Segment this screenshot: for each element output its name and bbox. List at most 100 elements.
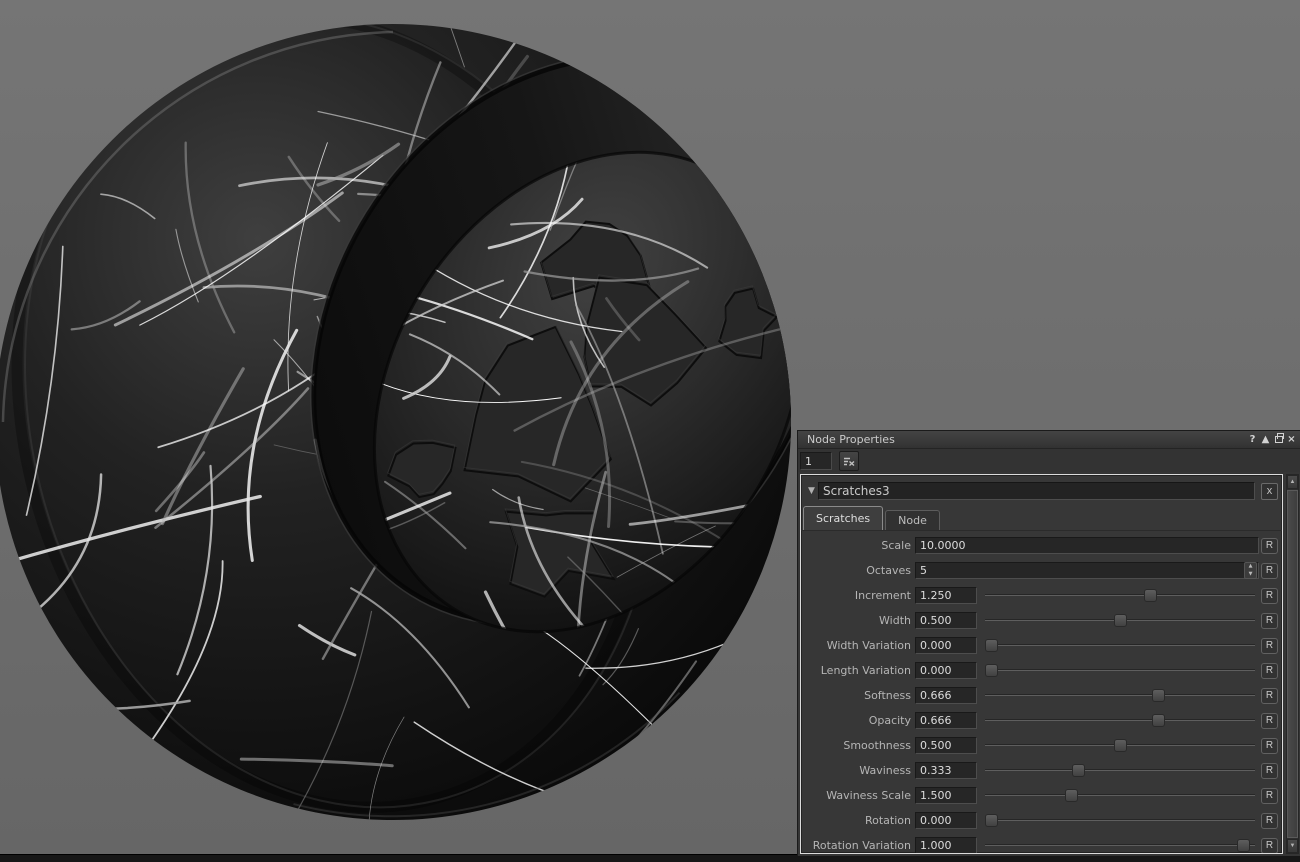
slider-handle[interactable] (1144, 589, 1158, 602)
close-icon[interactable]: × (1285, 433, 1298, 446)
slider-handle[interactable] (1113, 614, 1127, 627)
param-label: Octaves (866, 564, 911, 577)
reset-param-button[interactable]: R (1261, 837, 1278, 853)
slider-track[interactable] (985, 720, 1255, 721)
slider-track[interactable] (985, 795, 1255, 796)
param-value-field[interactable] (915, 537, 1259, 554)
param-controls (915, 683, 1259, 708)
slider-track[interactable] (985, 645, 1255, 646)
tab-node[interactable]: Node (885, 510, 940, 530)
param-controls: ▲▼ (915, 558, 1259, 583)
param-value-field[interactable] (915, 562, 1259, 579)
param-controls (915, 583, 1259, 608)
node-tabs: Scratches Node (803, 506, 1282, 530)
scrollbar-thumb[interactable] (1287, 490, 1298, 838)
slider-handle[interactable] (985, 664, 998, 677)
slider-handle[interactable] (1152, 689, 1165, 702)
scroll-up-button[interactable]: ▲ (1287, 475, 1298, 489)
param-controls (915, 758, 1259, 783)
param-value-field[interactable] (915, 737, 977, 754)
param-slider[interactable] (985, 838, 1255, 853)
param-slider[interactable] (985, 613, 1255, 628)
reset-param-button[interactable]: R (1261, 637, 1278, 654)
popout-icon[interactable]: ▲ (1259, 433, 1272, 446)
param-label: Scale (881, 539, 911, 552)
slider-track[interactable] (985, 820, 1255, 821)
reset-param-button[interactable]: R (1261, 612, 1278, 629)
param-row: Width Variation R (801, 633, 1282, 658)
param-slider[interactable] (985, 738, 1255, 753)
reset-param-button[interactable]: R (1261, 787, 1278, 804)
param-label: Softness (864, 689, 911, 702)
param-value-field[interactable] (915, 837, 977, 853)
reset-param-button[interactable]: R (1261, 812, 1278, 829)
param-controls (915, 633, 1259, 658)
slider-track[interactable] (985, 595, 1255, 596)
param-value-field[interactable] (915, 587, 977, 604)
tab-scratches[interactable]: Scratches (803, 506, 884, 530)
param-label: Increment (854, 589, 911, 602)
reset-param-button[interactable]: R (1261, 712, 1278, 729)
reset-param-button[interactable]: R (1261, 537, 1278, 554)
param-value-field[interactable] (915, 637, 977, 654)
param-value-field[interactable] (915, 662, 977, 679)
value-spinner[interactable]: ▲ ▼ (1244, 562, 1257, 579)
slider-handle[interactable] (1064, 789, 1078, 802)
reset-param-button[interactable]: R (1261, 562, 1278, 579)
param-controls (915, 808, 1259, 833)
reset-param-button[interactable]: R (1261, 762, 1278, 779)
param-slider[interactable] (985, 638, 1255, 653)
slider-handle[interactable] (985, 639, 998, 652)
slider-track[interactable] (985, 695, 1255, 696)
vertical-scrollbar[interactable]: ▲ ▼ (1286, 474, 1299, 854)
param-slider[interactable] (985, 713, 1255, 728)
node-panel-close-button[interactable]: x (1261, 482, 1278, 500)
slider-handle[interactable] (985, 814, 998, 827)
param-slider[interactable] (985, 813, 1255, 828)
reset-param-button[interactable]: R (1261, 662, 1278, 679)
param-controls (915, 783, 1259, 808)
param-label: Waviness Scale (826, 789, 911, 802)
help-icon[interactable]: ? (1246, 433, 1259, 446)
reset-param-button[interactable]: R (1261, 587, 1278, 604)
panel-titlebar[interactable]: Node Properties ? ▲ × (798, 431, 1300, 449)
max-panels-input[interactable] (800, 452, 832, 470)
panel-toolbar (798, 449, 1300, 473)
slider-handle[interactable] (1072, 764, 1086, 777)
maximize-icon (1274, 433, 1284, 443)
param-value-field[interactable] (915, 612, 977, 629)
param-controls (915, 708, 1259, 733)
param-value-field[interactable] (915, 812, 977, 829)
slider-track[interactable] (985, 770, 1255, 771)
param-slider[interactable] (985, 763, 1255, 778)
param-row: Rotation R (801, 808, 1282, 833)
node-properties-panel: Node Properties ?▲× ▼ x ScratchesNode Sc… (797, 430, 1300, 856)
param-slider[interactable] (985, 588, 1255, 603)
param-value-field[interactable] (915, 687, 977, 704)
collapse-arrow-icon[interactable]: ▼ (805, 486, 818, 496)
param-value-field[interactable] (915, 762, 977, 779)
reset-param-button[interactable]: R (1261, 687, 1278, 704)
reset-param-button[interactable]: R (1261, 737, 1278, 754)
param-slider[interactable] (985, 688, 1255, 703)
node-name-field[interactable] (818, 482, 1255, 500)
slider-track[interactable] (985, 845, 1255, 846)
param-value-field[interactable] (915, 712, 977, 729)
param-slider[interactable] (985, 663, 1255, 678)
param-controls (915, 833, 1259, 853)
spinner-down-icon[interactable]: ▼ (1245, 571, 1256, 579)
scroll-down-button[interactable]: ▼ (1287, 839, 1298, 853)
param-controls (915, 733, 1259, 758)
param-slider[interactable] (985, 788, 1255, 803)
maximize-icon[interactable] (1272, 433, 1285, 446)
slider-track[interactable] (985, 670, 1255, 671)
param-controls (915, 658, 1259, 683)
slider-handle[interactable] (1113, 739, 1127, 752)
spinner-up-icon[interactable]: ▲ (1245, 563, 1256, 571)
clear-all-panels-button[interactable] (839, 451, 859, 471)
slider-handle[interactable] (1152, 714, 1165, 727)
slider-handle[interactable] (1236, 839, 1250, 852)
param-row: Smoothness R (801, 733, 1282, 758)
param-value-field[interactable] (915, 787, 977, 804)
panel-scroll-container: ▼ x ScratchesNode ScaleROctaves▲▼RIncrem… (798, 472, 1300, 856)
